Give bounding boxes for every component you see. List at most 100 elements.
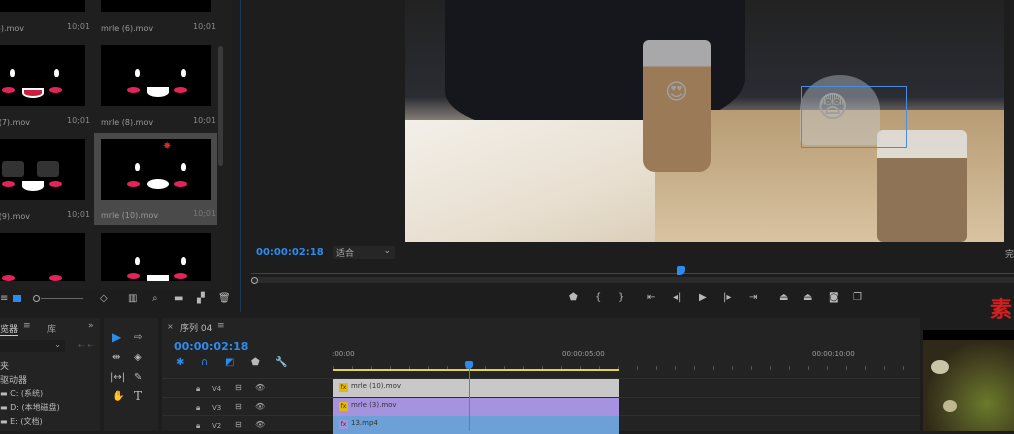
lock-icon[interactable]: 🔒︎ bbox=[196, 384, 200, 394]
marker-icon[interactable]: ⬟ bbox=[569, 293, 578, 303]
thumbnail[interactable] bbox=[0, 233, 85, 281]
new-item-icon[interactable]: ▞ bbox=[197, 294, 205, 304]
fit-dropdown[interactable]: 适合 ⌄ bbox=[333, 246, 395, 259]
track-name: V2 bbox=[212, 422, 222, 430]
linked-selection-icon[interactable]: ◩ bbox=[225, 358, 234, 368]
ripple-edit-icon[interactable]: ⇹ bbox=[112, 353, 120, 363]
new-bin-icon[interactable]: ▬ bbox=[174, 294, 183, 304]
project-panel: mrle (5).mov 10;01 mrle (6).mov 10;01 mr… bbox=[0, 0, 232, 290]
nest-icon[interactable]: ✱ bbox=[176, 358, 184, 368]
timeline-clip[interactable]: fx mrle (10).mov bbox=[333, 379, 619, 397]
drive-item[interactable]: ▬ E: (文档) bbox=[0, 416, 43, 427]
video-frame[interactable]: 😍 😨 bbox=[405, 0, 1004, 242]
sort-icon[interactable]: ◇ bbox=[100, 294, 108, 304]
close-icon[interactable]: × bbox=[167, 322, 174, 331]
tab-libraries[interactable]: 库 bbox=[47, 322, 56, 335]
timeline-timecode[interactable]: 00:00:02:18 bbox=[174, 340, 248, 353]
item-label: mrle (8).mov bbox=[101, 118, 154, 127]
thumbnail[interactable] bbox=[0, 139, 85, 200]
tab-media-browser[interactable]: 览器 bbox=[0, 322, 19, 336]
tools-panel: ▶ ⇨ ⇹ ◈ |↔| ✎ ✋ T bbox=[104, 318, 158, 431]
timeline-panel: × 序列 04 ≡ 00:00:02:18 ✱ ∩ ◩ ⬟ 🔧 :00:00 0… bbox=[162, 318, 920, 434]
add-marker-icon[interactable]: ⬟ bbox=[251, 358, 260, 368]
drive-label: C: (系统) bbox=[10, 389, 44, 398]
program-timecode[interactable]: 00:00:02:18 bbox=[256, 247, 324, 258]
slip-icon[interactable]: |↔| bbox=[110, 373, 125, 383]
search-icon[interactable]: ⌕ bbox=[152, 294, 158, 304]
menu-icon[interactable]: ≡ bbox=[217, 321, 225, 331]
drive-item[interactable]: ▬ D: (本地磁盘) bbox=[0, 402, 60, 413]
location-dropdown[interactable]: ⌄ bbox=[0, 340, 65, 352]
thumbnail[interactable] bbox=[101, 233, 211, 281]
compare-icon[interactable]: ❐ bbox=[853, 293, 862, 303]
clip-label: 13.mp4 bbox=[351, 419, 378, 427]
pen-icon[interactable]: ✎ bbox=[134, 373, 142, 383]
trash-icon[interactable]: 🗑 bbox=[218, 294, 231, 304]
item-duration: 10;01 bbox=[193, 116, 217, 125]
menu-icon[interactable]: ≡ bbox=[23, 321, 31, 331]
zoom-slider[interactable] bbox=[33, 295, 83, 303]
item-duration: 10;01 bbox=[67, 210, 91, 219]
hand-icon[interactable]: ✋ bbox=[112, 392, 124, 402]
drive-item[interactable]: ▬ C: (系统) bbox=[0, 388, 43, 399]
playhead-scrubber[interactable] bbox=[251, 265, 1014, 284]
camera-icon[interactable]: ◙ bbox=[829, 293, 839, 303]
more-panels-icon[interactable]: » bbox=[88, 321, 94, 331]
work-area-bar[interactable] bbox=[333, 369, 619, 371]
fx-badge: fx bbox=[339, 402, 348, 411]
track-select-icon[interactable]: ⇨ bbox=[134, 333, 142, 343]
step-forward-icon[interactable]: |▸ bbox=[723, 293, 731, 303]
item-label: mrle (6).mov bbox=[101, 24, 154, 33]
eye-icon[interactable]: 👁︎ bbox=[255, 383, 265, 392]
icon-view-icon[interactable] bbox=[13, 295, 21, 302]
folders-label: 夹 bbox=[0, 362, 10, 372]
lock-icon[interactable]: 🔒︎ bbox=[196, 403, 200, 413]
eye-icon[interactable]: 👁︎ bbox=[255, 420, 265, 429]
fx-badge: fx bbox=[339, 420, 348, 429]
automate-icon[interactable]: ▥ bbox=[128, 294, 137, 304]
track-name: V3 bbox=[212, 404, 222, 412]
mark-in-icon[interactable]: { bbox=[595, 293, 601, 303]
go-to-out-icon[interactable]: ⇥ bbox=[749, 293, 757, 303]
chevron-down-icon: ⌄ bbox=[383, 246, 391, 256]
lock-icon[interactable]: 🔒︎ bbox=[196, 421, 200, 431]
lift-icon[interactable]: ⏏ bbox=[779, 293, 788, 303]
thumbnail[interactable] bbox=[0, 0, 85, 12]
item-label: mrle (7).mov bbox=[0, 118, 30, 127]
thumbnail[interactable]: ✸ bbox=[101, 139, 211, 200]
thumbnail[interactable] bbox=[101, 45, 211, 106]
type-tool-icon[interactable]: T bbox=[134, 390, 142, 402]
transform-box[interactable] bbox=[801, 86, 907, 148]
zoom-handle[interactable] bbox=[251, 277, 258, 284]
sync-icon[interactable]: ⊟ bbox=[235, 420, 242, 429]
sync-icon[interactable]: ⊟ bbox=[235, 383, 242, 392]
play-icon[interactable]: ▶ bbox=[699, 293, 707, 303]
mark-out-icon[interactable]: } bbox=[618, 293, 624, 303]
extract-icon[interactable]: ⏏ bbox=[803, 293, 812, 303]
timeline-clip[interactable]: fx mrle (3).mov bbox=[333, 398, 619, 416]
media-browser-panel: 览器 ≡ 库 » ⌄ ⇠ ⇠ 夹 驱动器 ▬ C: (系统) ▬ D: (本地磁… bbox=[0, 318, 100, 431]
drive-label: D: (本地磁盘) bbox=[10, 403, 60, 412]
step-back-icon[interactable]: ◂| bbox=[673, 293, 681, 303]
selection-tool-icon[interactable]: ▶ bbox=[112, 331, 121, 343]
item-label: mrle (5).mov bbox=[0, 24, 24, 33]
wrench-icon[interactable]: 🔧 bbox=[275, 358, 287, 368]
scrollbar[interactable] bbox=[218, 46, 223, 166]
sequence-tab[interactable]: 序列 04 bbox=[180, 321, 212, 334]
freeform-view-icon[interactable]: ≡ bbox=[0, 294, 8, 304]
thumbnail[interactable] bbox=[101, 0, 211, 12]
razor-icon[interactable]: ◈ bbox=[134, 353, 142, 363]
thumbnail[interactable] bbox=[0, 45, 85, 106]
drives-label: 驱动器 bbox=[0, 376, 28, 386]
go-to-in-icon[interactable]: ⇤ bbox=[647, 293, 655, 303]
sync-icon[interactable]: ⊟ bbox=[235, 402, 242, 411]
item-duration: 10;01 bbox=[67, 22, 91, 31]
selected-item[interactable]: ✸ mrle (10).mov 10;01 bbox=[94, 133, 217, 225]
back-forward-icon[interactable]: ⇠ ⇠ bbox=[78, 341, 94, 350]
quality-dropdown[interactable]: 完 bbox=[1005, 247, 1014, 260]
source-preview bbox=[923, 330, 1014, 431]
snap-icon[interactable]: ∩ bbox=[201, 358, 208, 368]
ruler-label: 00:00:05:00 bbox=[562, 350, 605, 358]
eye-icon[interactable]: 👁︎ bbox=[255, 402, 265, 411]
timeline-clip[interactable]: fx 13.mp4 bbox=[333, 416, 619, 434]
